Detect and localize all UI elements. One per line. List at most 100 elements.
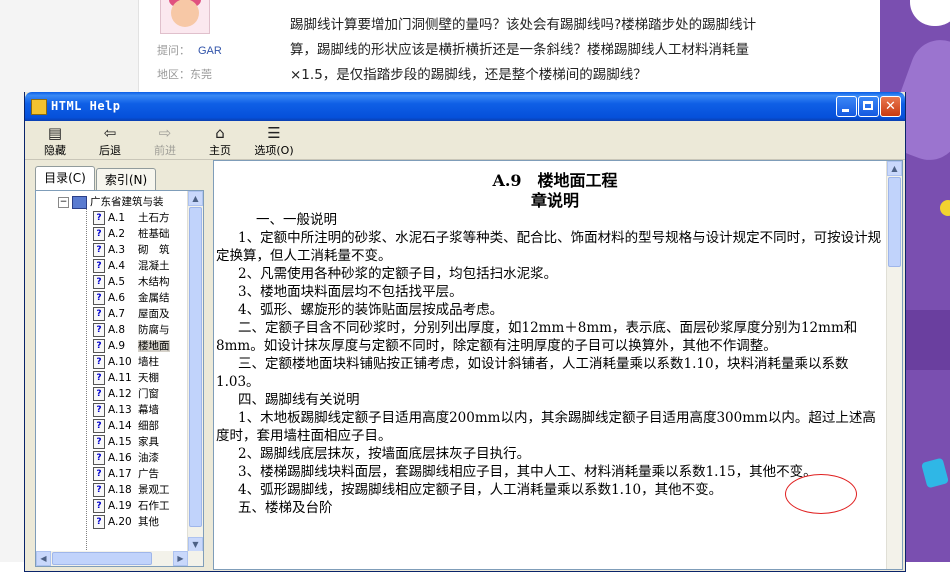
hide-label: 隐藏: [44, 144, 66, 157]
forward-button[interactable]: ⇨ 前进: [141, 123, 189, 157]
tree-horizontal-scrollbar[interactable]: ◀ ▶: [36, 551, 203, 566]
tree-item-label: 细部: [138, 420, 159, 432]
help-topic-icon: ?: [93, 467, 105, 481]
window-title: HTML Help: [51, 99, 121, 113]
tree-item-label: 石作工: [138, 500, 170, 512]
hide-button[interactable]: ▤ 隐藏: [31, 123, 79, 157]
tree-item-code: A.10: [108, 356, 132, 368]
help-topic-icon: ?: [93, 371, 105, 385]
tree-item[interactable]: ? A.2 桩基础: [93, 226, 170, 242]
scroll-up-arrow-icon[interactable]: ▲: [188, 191, 203, 206]
tree-item[interactable]: ? A.15 家具: [93, 434, 159, 450]
help-topic-icon: ?: [93, 307, 105, 321]
scroll-down-arrow-icon[interactable]: ▼: [188, 537, 203, 552]
tree-item[interactable]: ? A.11 天棚: [93, 370, 159, 386]
scroll-thumb[interactable]: [52, 552, 152, 565]
topic-paragraph: 2、凡需使用各种砂浆的定额子目，均包括扫水泥浆。: [238, 266, 558, 282]
close-icon: ✕: [885, 99, 896, 114]
asker-meta: 提问： GAR: [157, 42, 222, 58]
scroll-thumb[interactable]: [189, 207, 202, 527]
tree-item[interactable]: ? A.17 广告: [93, 466, 159, 482]
tree-item-code: A.20: [108, 516, 132, 528]
maximize-button[interactable]: [858, 96, 879, 117]
tree-item-code: A.11: [108, 372, 132, 384]
tree-item[interactable]: ? A.1 土石方: [93, 210, 170, 226]
tree-item-code: A.2: [108, 228, 126, 240]
tree-item-label: 屋面及: [138, 308, 170, 320]
help-topic-icon: ?: [93, 499, 105, 513]
asker-name-link[interactable]: GAR: [198, 45, 222, 57]
home-label: 主页: [209, 144, 231, 157]
tree-item-label: 广告: [138, 468, 159, 480]
tree-item[interactable]: ? A.16 油漆: [93, 450, 159, 466]
scroll-left-arrow-icon[interactable]: ◀: [36, 551, 51, 566]
tree-item[interactable]: ? A.5 木结构: [93, 274, 170, 290]
tree-item[interactable]: ? A.9 楼地面: [93, 338, 170, 354]
tree-item[interactable]: ? A.7 屋面及: [93, 306, 170, 322]
tree-item-code: A.15: [108, 436, 132, 448]
home-icon: ⌂: [215, 124, 225, 142]
help-topic-icon: ?: [93, 211, 105, 225]
tree-item[interactable]: ? A.19 石作工: [93, 498, 170, 514]
decor-shape: [921, 457, 949, 489]
scroll-right-arrow-icon[interactable]: ▶: [173, 551, 188, 566]
content-vertical-scrollbar[interactable]: ▲: [886, 161, 902, 569]
scroll-up-arrow-icon[interactable]: ▲: [887, 161, 902, 176]
tab-index[interactable]: 索引(N): [96, 168, 156, 190]
tree-item[interactable]: ? A.12 门窗: [93, 386, 159, 402]
topic-paragraph: 三、定额楼地面块料铺贴按正铺考虑，如设计斜铺者，人工消耗量乘以系数1.10，块料…: [216, 356, 849, 390]
topic-paragraph: 3、楼地面块料面层均不包括找平层。: [238, 284, 463, 300]
tree-item[interactable]: ? A.8 防腐与: [93, 322, 170, 338]
tree-item[interactable]: ? A.6 金属结: [93, 290, 170, 306]
tree-item[interactable]: ? A.14 细部: [93, 418, 159, 434]
contents-tree: − 广东省建筑与装 ? A.1 土石方? A.2 桩基础? A.3 砌 筑? A.4 混凝土? A.…: [35, 190, 204, 567]
back-button[interactable]: ⇦ 后退: [86, 123, 134, 157]
tree-item-label: 幕墙: [138, 404, 159, 416]
tree-item-label: 桩基础: [138, 228, 170, 240]
tree-item[interactable]: ? A.13 幕墙: [93, 402, 159, 418]
tree-item-code: A.14: [108, 420, 132, 432]
tree-item-label: 防腐与: [138, 324, 170, 336]
tree-item-label: 天棚: [138, 372, 159, 384]
tree-item-label: 墙柱: [138, 356, 159, 368]
topic-content-pane: A.9 楼地面工程 章说明 一、一般说明 1、定额中所注明的砂浆、水泥石子浆等种类…: [213, 160, 903, 570]
tree-item-code: A.6: [108, 292, 126, 304]
tree-root[interactable]: − 广东省建筑与装: [58, 194, 164, 210]
home-button[interactable]: ⌂ 主页: [196, 123, 244, 157]
meta-label: 地区：: [157, 69, 190, 81]
avatar[interactable]: [160, 0, 210, 34]
tree-item[interactable]: ? A.10 墙柱: [93, 354, 159, 370]
back-label: 后退: [99, 144, 121, 157]
tree-item-code: A.8: [108, 324, 126, 336]
tree-item-code: A.13: [108, 404, 132, 416]
tree-item[interactable]: ? A.20 其他: [93, 514, 159, 530]
tree-item[interactable]: ? A.4 混凝土: [93, 258, 170, 274]
question-line: 算，踢脚线的形状应该是横折横折还是一条斜线？楼梯踢脚线人工材料消耗量: [290, 42, 749, 58]
help-topic-icon: ?: [93, 259, 105, 273]
collapse-icon[interactable]: −: [58, 196, 69, 208]
html-help-window: HTML Help ✕ ▤ 隐藏 ⇦ 后退 ⇨ 前进 ⌂ 主页 ☰ 选项(O) …: [24, 92, 906, 572]
tree-item[interactable]: ? A.3 砌 筑: [93, 242, 170, 258]
help-topic-icon: ?: [93, 291, 105, 305]
title-bar[interactable]: HTML Help ✕: [25, 92, 905, 121]
topic-paragraph: 4、弧形、螺旋形的装饰贴面层按成品考虑。: [238, 302, 504, 318]
help-topic-icon: ?: [93, 435, 105, 449]
topic-heading: A.9 楼地面工程: [492, 171, 618, 190]
help-app-icon: [31, 99, 47, 115]
help-topic-icon: ?: [93, 483, 105, 497]
tab-contents[interactable]: 目录(C): [35, 166, 95, 190]
help-topic-icon: ?: [93, 339, 105, 353]
annotation-circle: [785, 474, 857, 514]
close-button[interactable]: ✕: [880, 96, 901, 117]
options-button[interactable]: ☰ 选项(O): [247, 123, 301, 157]
tree-item-code: A.19: [108, 500, 132, 512]
minimize-button[interactable]: [836, 96, 857, 117]
scroll-thumb[interactable]: [888, 177, 901, 267]
decor-dot: [940, 200, 950, 216]
tree-item-label: 土石方: [138, 212, 170, 224]
tree-item[interactable]: ? A.18 景观工: [93, 482, 170, 498]
tree-vertical-scrollbar[interactable]: ▲ ▼: [187, 191, 203, 552]
tree-item-code: A.17: [108, 468, 132, 480]
topic-paragraph: 一、一般说明: [256, 212, 337, 228]
tree-item-code: A.18: [108, 484, 132, 496]
